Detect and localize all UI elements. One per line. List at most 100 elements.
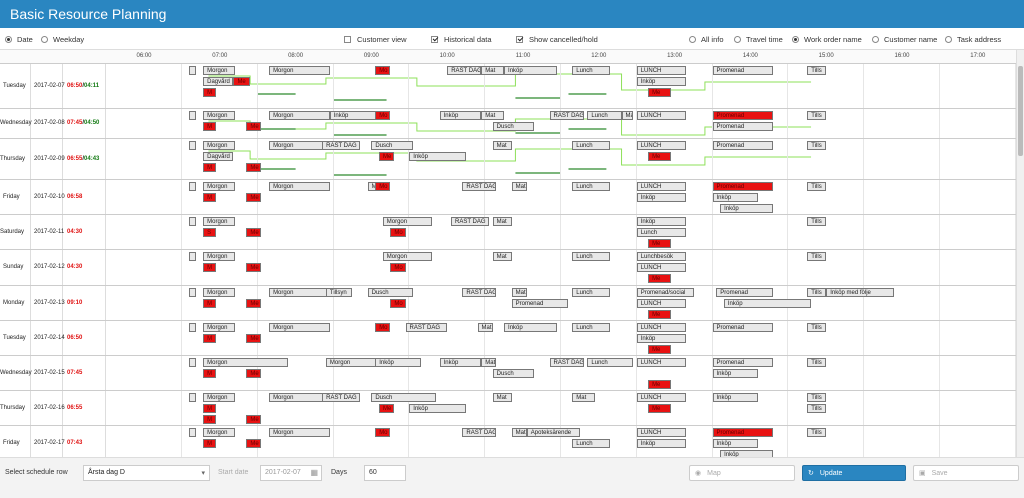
task-block[interactable]: Morgon — [203, 217, 235, 226]
task-block[interactable]: Inköp — [439, 358, 482, 367]
task-block[interactable]: Promenad — [712, 111, 774, 120]
task-block[interactable]: Morgon — [203, 323, 235, 332]
schedule-row[interactable]: Thursday 2017-02-09 06:55/04:43 Morgon Morgo… — [0, 139, 1016, 180]
task-block[interactable]: Me — [648, 345, 671, 354]
task-block[interactable]: Morgon — [269, 393, 330, 402]
task-block[interactable]: Morgon — [203, 358, 288, 367]
task-block[interactable]: Mat — [511, 182, 527, 191]
task-block[interactable]: Inköp — [636, 193, 686, 202]
task-block[interactable]: Me — [648, 152, 671, 161]
task-block[interactable]: RAST DAG — [549, 111, 584, 120]
task-block[interactable]: Inköp — [636, 217, 686, 226]
task-block[interactable]: Me — [648, 239, 671, 248]
task-block[interactable]: Morgon — [269, 182, 330, 191]
task-block[interactable]: Me — [648, 380, 671, 389]
task-block[interactable]: Morgon — [382, 252, 433, 261]
task-block[interactable]: Mo — [375, 66, 391, 75]
task-block[interactable]: Inköp — [720, 204, 774, 213]
vertical-scrollbar[interactable] — [1016, 50, 1024, 457]
task-block[interactable] — [189, 111, 196, 120]
schedule-row[interactable]: Tuesday 2017-02-14 06:50 Morgon Morgon Mo RAST… — [0, 321, 1016, 356]
task-block[interactable]: Tills — [807, 111, 827, 120]
task-block[interactable]: RAST DAG — [447, 66, 482, 75]
task-block[interactable]: LUNCH — [636, 393, 686, 402]
task-block[interactable]: Promenad — [712, 122, 774, 131]
task-block[interactable]: Morgon — [269, 288, 330, 297]
task-block[interactable] — [189, 323, 196, 332]
task-block[interactable]: Mo — [375, 428, 391, 437]
task-block[interactable]: Mat — [492, 252, 512, 261]
task-block[interactable]: Inköp — [409, 152, 467, 161]
customer-view-checkbox[interactable]: Customer view — [344, 34, 407, 44]
task-block[interactable] — [189, 66, 196, 75]
task-block[interactable]: Dusch — [371, 393, 436, 402]
travel-time-radio[interactable]: Travel time — [734, 34, 783, 44]
task-block[interactable]: Inköp — [712, 193, 758, 202]
task-block[interactable]: Me — [246, 122, 262, 131]
task-block[interactable]: Inköp — [409, 404, 467, 413]
task-block[interactable]: RAST DAG — [462, 182, 497, 191]
task-block[interactable]: Tills — [807, 393, 827, 402]
task-block[interactable]: Me — [246, 299, 262, 308]
task-block[interactable]: Lunchbesök — [636, 252, 686, 261]
task-block[interactable]: Inköp — [720, 450, 774, 457]
task-block[interactable]: Lunch — [572, 182, 611, 191]
task-block[interactable]: Mat — [621, 111, 633, 120]
task-block[interactable] — [189, 393, 196, 402]
task-block[interactable]: RAST DAG — [322, 393, 361, 402]
task-block[interactable] — [189, 252, 196, 261]
task-block[interactable]: Inköp — [504, 66, 558, 75]
task-block[interactable]: Me — [233, 77, 251, 86]
task-block[interactable]: Inköp — [636, 334, 686, 343]
task-block[interactable]: Me — [648, 274, 671, 283]
task-block[interactable]: Tills — [807, 252, 827, 261]
task-block[interactable]: Me — [648, 404, 671, 413]
date-radio[interactable]: Date — [5, 34, 33, 44]
task-block[interactable]: Morgon — [269, 111, 330, 120]
task-block[interactable]: Morgon — [382, 217, 433, 226]
task-block[interactable]: Promenad — [712, 182, 774, 191]
task-block[interactable]: Mat — [481, 358, 497, 367]
task-block[interactable]: S — [203, 228, 216, 237]
task-block[interactable]: LUNCH — [636, 263, 686, 272]
task-block[interactable]: Tills — [807, 404, 827, 413]
all-info-radio[interactable]: All info — [689, 34, 724, 44]
task-block[interactable]: Promenad — [712, 358, 774, 367]
task-block[interactable]: M — [203, 404, 216, 413]
task-block[interactable]: Me — [648, 310, 671, 319]
task-block[interactable]: LUNCH — [636, 323, 686, 332]
task-block[interactable]: Me — [246, 163, 262, 172]
schedule-row[interactable]: Sunday 2017-02-12 04:30 Morgon Morgon Mat Lunc… — [0, 250, 1016, 286]
task-block[interactable]: LUNCH — [636, 111, 686, 120]
schedule-row[interactable]: Friday 2017-02-17 07:43 Morgon Morgon Mo RAST … — [0, 426, 1016, 457]
task-block[interactable]: Mo — [375, 182, 391, 191]
task-block[interactable]: Mo — [390, 228, 406, 237]
task-block[interactable]: Mo — [390, 263, 406, 272]
task-block[interactable]: M — [203, 299, 216, 308]
task-block[interactable]: Apoteksärende — [526, 428, 580, 437]
task-block[interactable]: Dusch — [367, 288, 414, 297]
task-block[interactable]: M — [203, 122, 216, 131]
task-block[interactable]: Dusch — [371, 141, 414, 150]
task-block[interactable]: Mat — [492, 141, 512, 150]
task-block[interactable]: LUNCH — [636, 358, 686, 367]
task-block[interactable]: Me — [246, 369, 262, 378]
task-block[interactable]: Me — [378, 404, 395, 413]
task-block[interactable]: Tills — [807, 358, 827, 367]
task-block[interactable]: Lunch — [572, 252, 611, 261]
task-block[interactable]: Tills — [807, 141, 827, 150]
weekday-radio[interactable]: Weekday — [41, 34, 84, 44]
task-block[interactable]: Morgon — [269, 66, 330, 75]
schedule-row[interactable]: Wednesday 2017-02-15 07:45 Morgon Morgon Inkö… — [0, 356, 1016, 391]
task-block[interactable]: Promenad — [716, 288, 774, 297]
schedule-row[interactable]: Monday 2017-02-13 09:10 Morgon Morgon Tillsyn… — [0, 286, 1016, 321]
task-block[interactable]: Lunch — [587, 358, 633, 367]
task-block[interactable]: M — [203, 334, 216, 343]
task-block[interactable]: M — [203, 263, 216, 272]
task-block[interactable]: M — [203, 193, 216, 202]
scrollbar-thumb[interactable] — [1018, 66, 1023, 156]
task-block[interactable]: Mat — [511, 288, 527, 297]
task-block[interactable]: Mat — [481, 111, 505, 120]
task-block[interactable]: RAST DAG — [462, 288, 497, 297]
task-block[interactable]: Tills — [807, 182, 827, 191]
